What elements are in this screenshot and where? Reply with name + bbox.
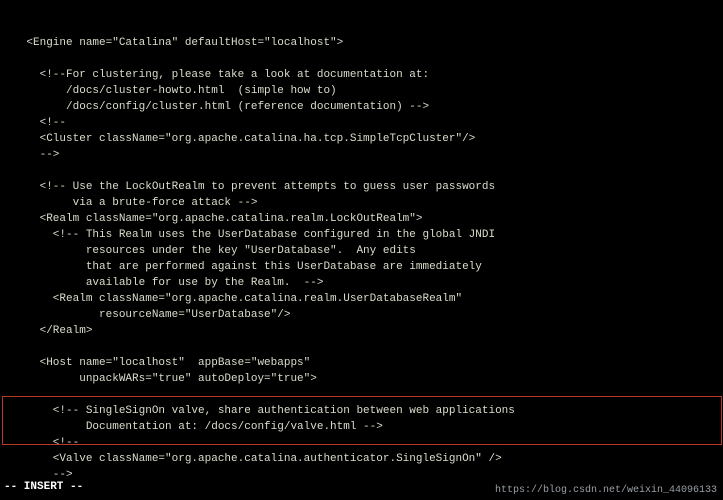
code-line (0, 340, 723, 356)
code-line: <Engine name="Catalina" defaultHost="loc… (0, 36, 723, 52)
code-line: <Valve className="org.apache.catalina.au… (0, 452, 723, 468)
code-line: /docs/cluster-howto.html (simple how to) (0, 84, 723, 100)
code-line: </Realm> (0, 324, 723, 340)
code-line (0, 52, 723, 68)
vim-mode-indicator: -- INSERT -- (4, 480, 83, 496)
code-line: <!-- This Realm uses the UserDatabase co… (0, 228, 723, 244)
watermark-text: https://blog.csdn.net/weixin_44096133 (495, 484, 717, 499)
code-line (0, 388, 723, 404)
code-line: --> (0, 148, 723, 164)
code-line: /docs/config/cluster.html (reference doc… (0, 100, 723, 116)
code-line: Documentation at: /docs/config/valve.htm… (0, 420, 723, 436)
code-line: <!-- (0, 116, 723, 132)
code-line: resourceName="UserDatabase"/> (0, 308, 723, 324)
code-line: <!--For clustering, please take a look a… (0, 68, 723, 84)
code-line: unpackWARs="true" autoDeploy="true"> (0, 372, 723, 388)
code-line: resources under the key "UserDatabase". … (0, 244, 723, 260)
code-line: <Host name="localhost" appBase="webapps" (0, 356, 723, 372)
code-line: <!-- SingleSignOn valve, share authentic… (0, 404, 723, 420)
terminal-editor[interactable]: <Engine name="Catalina" defaultHost="loc… (0, 0, 723, 500)
code-line: <Realm className="org.apache.catalina.re… (0, 212, 723, 228)
code-line: <Cluster className="org.apache.catalina.… (0, 132, 723, 148)
code-line: <!-- Use the LockOutRealm to prevent att… (0, 180, 723, 196)
code-line: available for use by the Realm. --> (0, 276, 723, 292)
code-line: via a brute-force attack --> (0, 196, 723, 212)
code-line (0, 164, 723, 180)
code-line: --> (0, 468, 723, 484)
code-line: that are performed against this UserData… (0, 260, 723, 276)
code-line: <!-- (0, 436, 723, 452)
code-line: <Realm className="org.apache.catalina.re… (0, 292, 723, 308)
